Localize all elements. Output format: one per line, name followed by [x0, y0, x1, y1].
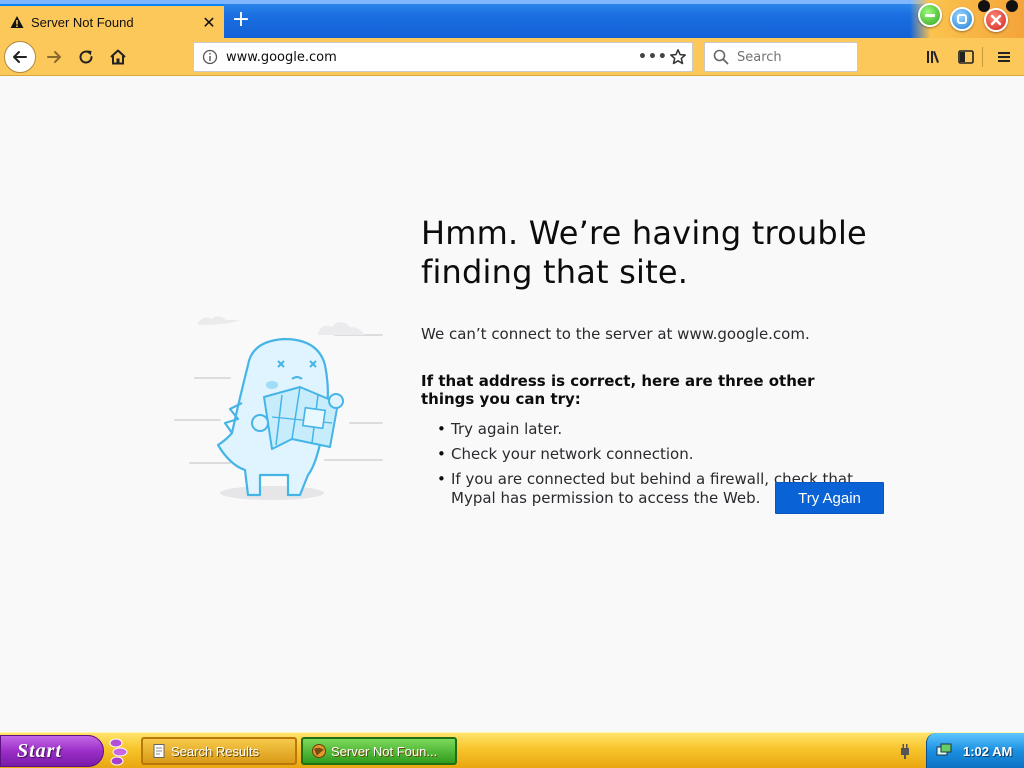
error-content: Hmm. We’re having trouble finding that s…: [421, 214, 891, 514]
close-icon: [990, 14, 1002, 26]
library-button[interactable]: [918, 41, 950, 73]
taskbar-item-label: Server Not Foun...: [331, 743, 438, 759]
info-icon[interactable]: [202, 49, 218, 65]
taskbar-item-server-not-found[interactable]: Server Not Foun...: [301, 737, 457, 765]
reload-icon: [79, 50, 93, 64]
minimize-button[interactable]: [918, 3, 942, 27]
tip-item: Check your network connection.: [421, 445, 881, 464]
toolbar-separator: [982, 47, 983, 67]
new-tab-button[interactable]: +: [228, 8, 254, 34]
error-page: Hmm. We’re having trouble finding that s…: [0, 77, 1024, 732]
window-controls: [910, 0, 1024, 38]
sidebar-button[interactable]: [950, 41, 982, 73]
minimize-icon: [925, 14, 935, 17]
forward-button[interactable]: [38, 41, 70, 73]
close-window-button[interactable]: [984, 8, 1008, 32]
star-icon: [670, 49, 686, 65]
system-tray: 1:02 AM: [926, 733, 1024, 768]
taskbar-item-label: Search Results: [171, 743, 260, 759]
start-button[interactable]: Start: [0, 735, 104, 767]
taskbar: Start Search Results Server Not Foun... …: [0, 732, 1024, 768]
start-flower-icon: [109, 738, 128, 766]
url-bar[interactable]: •••: [193, 42, 693, 72]
document-icon: [153, 744, 165, 758]
tip-item: Try again later.: [421, 420, 881, 439]
maximize-button[interactable]: [950, 7, 974, 31]
browser-icon: [312, 744, 326, 758]
try-again-button[interactable]: Try Again: [775, 482, 884, 514]
forward-arrow-icon: [47, 51, 61, 63]
tab-server-not-found[interactable]: Server Not Found ✕: [0, 4, 224, 38]
maximize-icon: [957, 14, 967, 24]
page-actions-button[interactable]: •••: [638, 49, 667, 65]
tips-heading: If that address is correct, here are thr…: [421, 372, 815, 408]
power-plug-icon[interactable]: [896, 742, 914, 760]
library-icon: [927, 51, 939, 63]
hamburger-menu-icon: [998, 52, 1010, 62]
tab-close-icon[interactable]: ✕: [194, 13, 224, 32]
search-bar[interactable]: [704, 42, 858, 72]
warning-icon: [10, 16, 24, 28]
navigation-toolbar: •••: [0, 38, 1024, 76]
page-title: Hmm. We’re having trouble finding that s…: [421, 214, 867, 291]
reload-button[interactable]: [70, 41, 102, 73]
lost-dinosaur-illustration-icon: [174, 316, 383, 500]
search-icon: [713, 49, 729, 65]
home-button[interactable]: [102, 41, 134, 73]
clock: 1:02 AM: [963, 743, 1013, 759]
sidebar-icon: [958, 50, 974, 64]
error-description: We can’t connect to the server at www.go…: [421, 325, 810, 343]
network-icon[interactable]: [935, 742, 953, 760]
taskbar-item-search-results[interactable]: Search Results: [141, 737, 297, 765]
back-button[interactable]: [4, 41, 36, 73]
url-input[interactable]: [226, 49, 638, 65]
bookmark-button[interactable]: [664, 48, 692, 66]
tab-title: Server Not Found: [31, 14, 134, 30]
tab-strip: Server Not Found ✕ +: [0, 0, 1024, 38]
mouse-ear-right-icon: [1006, 0, 1018, 12]
back-arrow-icon: [13, 51, 27, 63]
menu-button[interactable]: [988, 41, 1020, 73]
home-icon: [110, 49, 126, 65]
search-input[interactable]: [737, 49, 857, 65]
